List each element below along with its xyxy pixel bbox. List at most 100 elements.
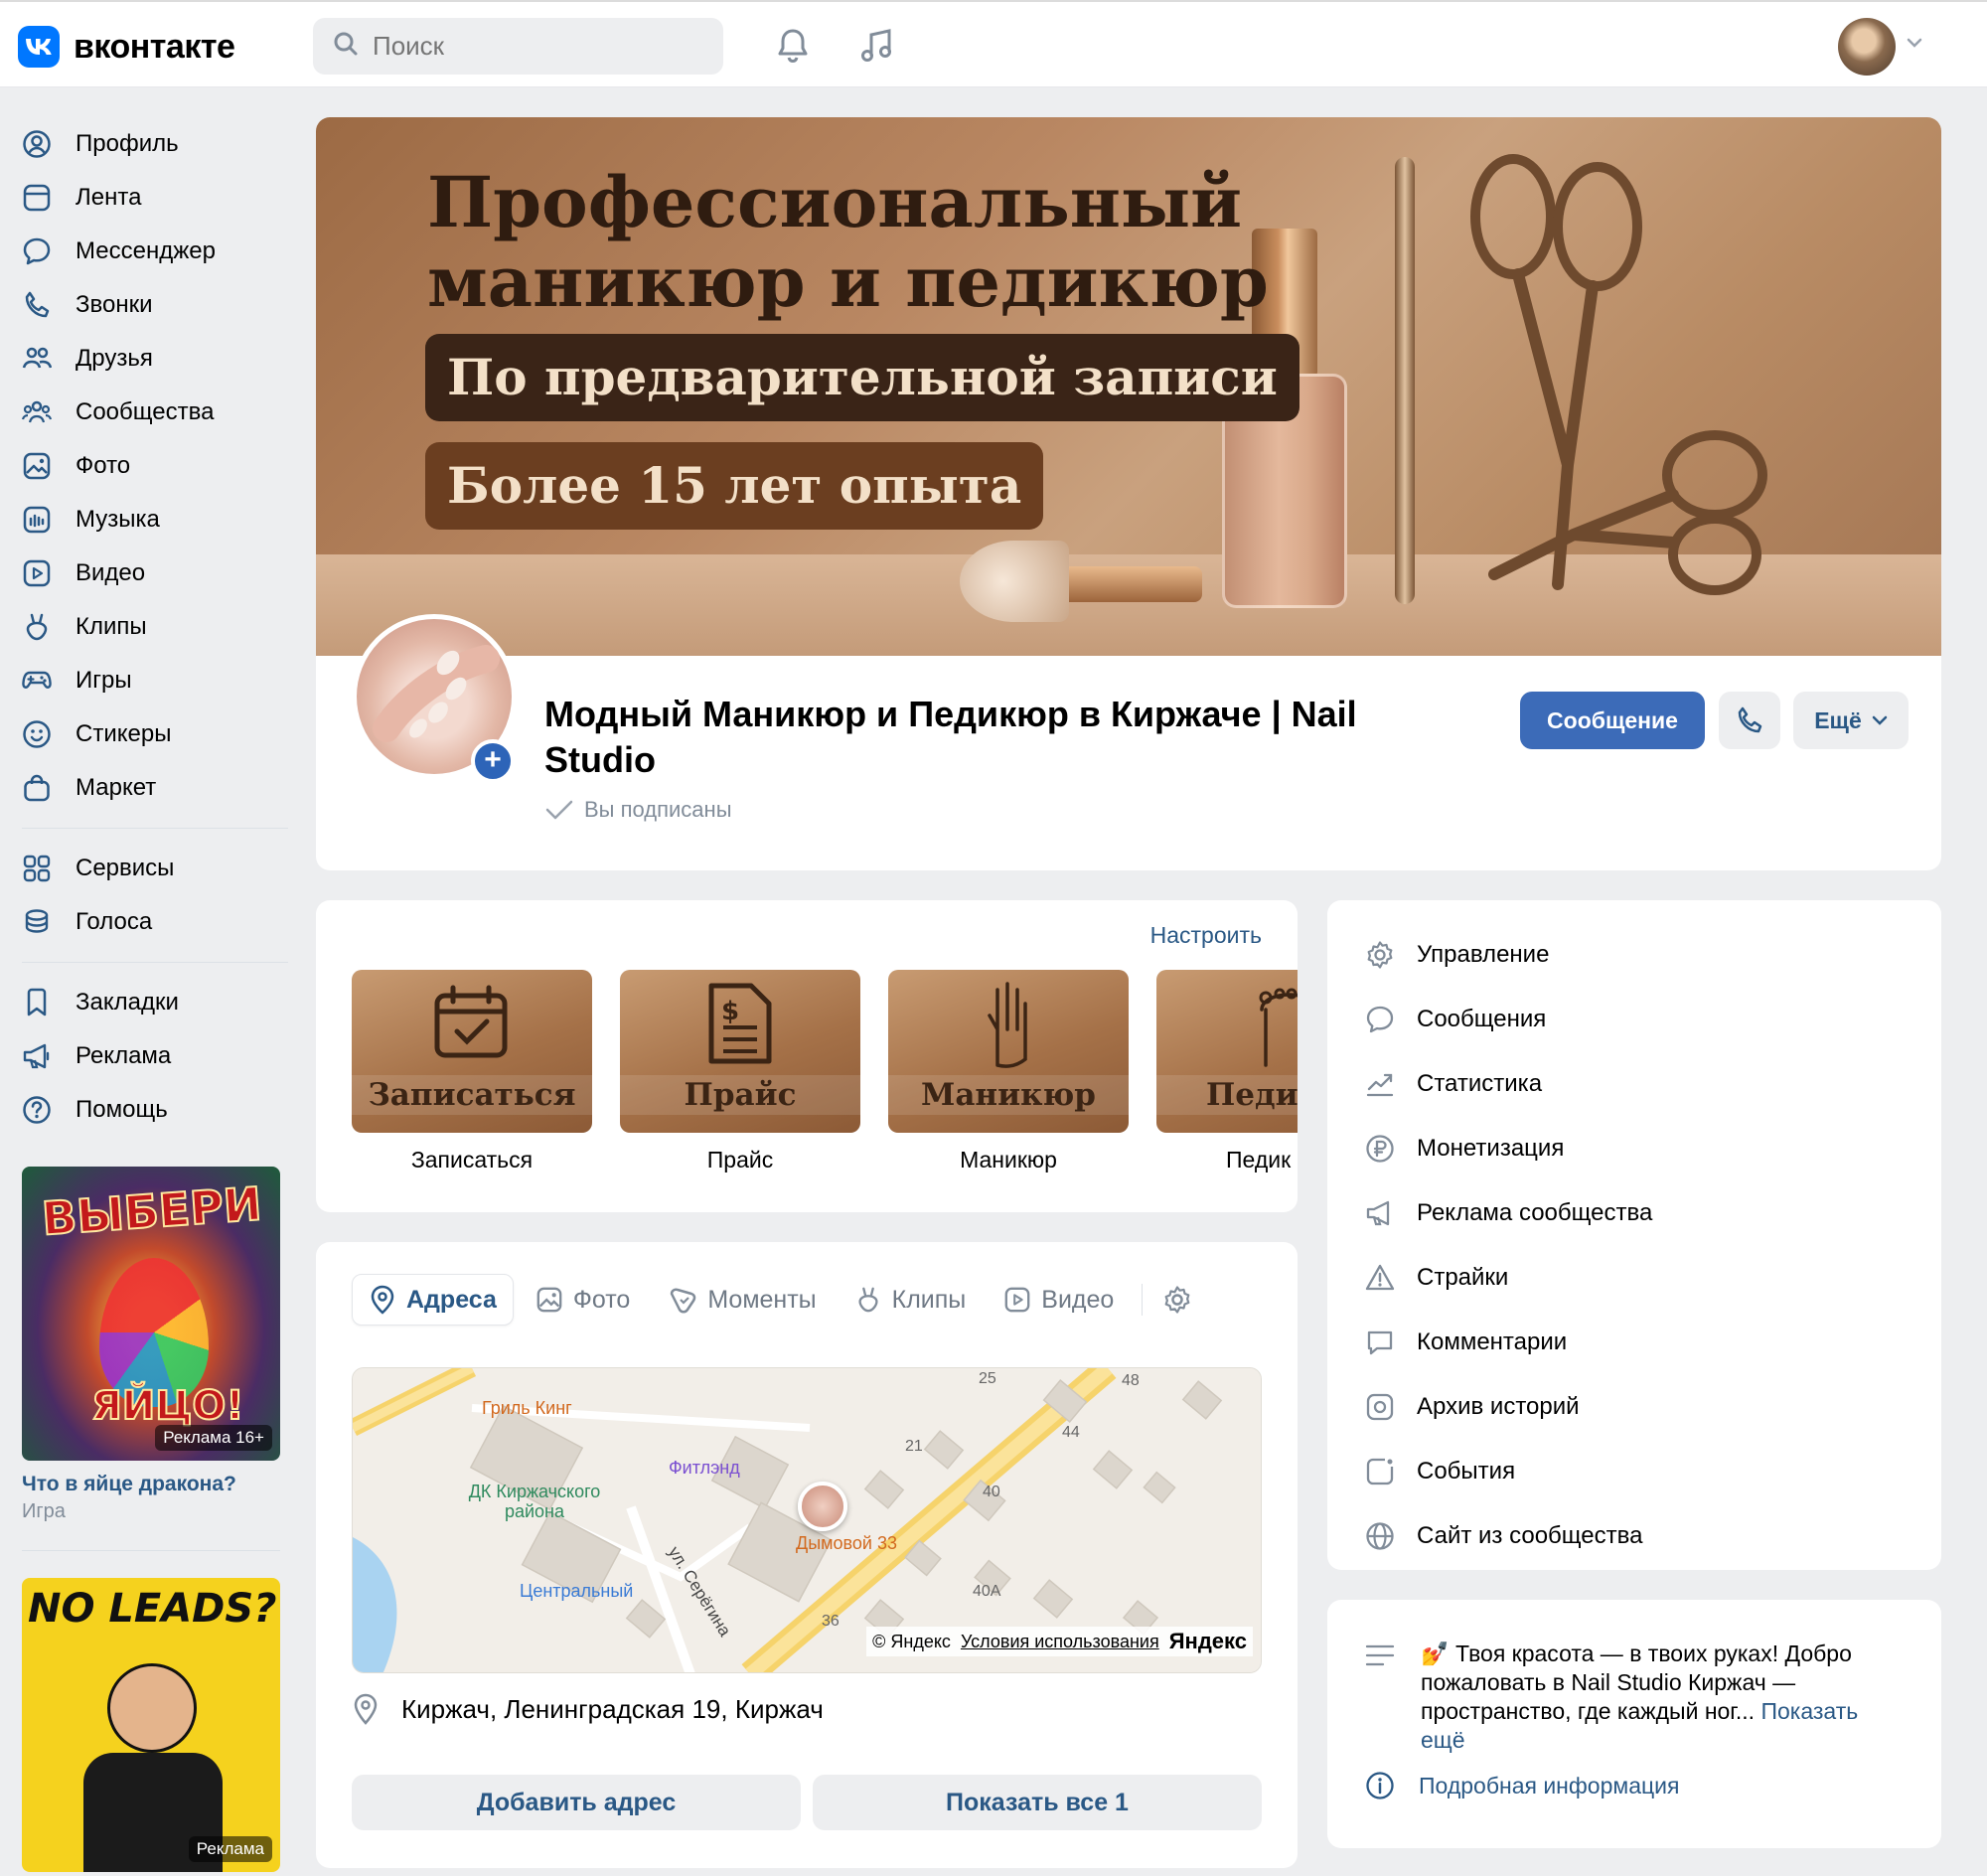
sidebar-item-label: Друзья: [76, 345, 153, 372]
sidebar-item-profile[interactable]: Профиль: [18, 117, 288, 171]
sidebar-item-clips[interactable]: Клипы: [18, 600, 288, 654]
configure-link[interactable]: Настроить: [1150, 922, 1262, 949]
sidebar-item-label: Маркет: [76, 774, 157, 801]
map-place-label: Центральный: [520, 1581, 634, 1601]
add-story-button[interactable]: +: [471, 739, 515, 783]
user-avatar[interactable]: [1838, 18, 1896, 76]
sidebar-item-label: Фото: [76, 452, 131, 479]
sidebar-item-label: Сообщества: [76, 398, 215, 425]
tab-label: Моменты: [707, 1285, 817, 1314]
app-tile-label: Маникюр: [960, 1147, 1057, 1172]
cover-title-line2: маникюр и педикюр: [427, 240, 1269, 323]
map-house-number: 21: [905, 1438, 923, 1455]
group-name: Модный Маникюр и Педикюр в Киржаче | Nai…: [544, 694, 1357, 780]
details-link[interactable]: Подробная информация: [1365, 1771, 1679, 1800]
megaphone-icon: [23, 1043, 50, 1069]
menu-item-monetization[interactable]: Монетизация: [1327, 1116, 1941, 1180]
sidebar-item-label: Игры: [76, 667, 132, 694]
nav-divider: [22, 828, 288, 829]
tabs-settings-button[interactable]: [1154, 1274, 1200, 1326]
tab-addresses[interactable]: Адреса: [352, 1274, 514, 1326]
menu-item-events[interactable]: События: [1327, 1439, 1941, 1503]
menu-item-management[interactable]: Управление: [1327, 922, 1941, 987]
sidebar-item-market[interactable]: Маркет: [18, 761, 288, 815]
sidebar-item-friends[interactable]: Друзья: [18, 332, 288, 386]
sidebar-item-communities[interactable]: Сообщества: [18, 386, 288, 439]
friends-icon: [22, 347, 52, 369]
more-button[interactable]: Ещё: [1793, 692, 1909, 749]
ad-image[interactable]: NO LEADS? Реклама: [22, 1578, 280, 1872]
clips-icon: [26, 613, 48, 641]
add-address-button[interactable]: Добавить адрес: [352, 1775, 801, 1830]
chevron-down-icon[interactable]: [1906, 36, 1923, 54]
menu-item-community-site[interactable]: Сайт из сообщества: [1327, 1503, 1941, 1568]
bell-icon[interactable]: [771, 24, 815, 68]
sidebar-item-feed[interactable]: Лента: [18, 171, 288, 225]
vk-logo[interactable]: вконтакте: [18, 26, 235, 68]
ad-image[interactable]: ВЫБЕРИ ЯЙЦО! Реклама 16+: [22, 1167, 280, 1461]
sidebar-item-calls[interactable]: Звонки: [18, 278, 288, 332]
sidebar-item-games[interactable]: Игры: [18, 654, 288, 707]
sidebar-item-votes[interactable]: Голоса: [18, 895, 288, 949]
sidebar-item-label: Клипы: [76, 613, 147, 640]
tab-label: Фото: [572, 1285, 631, 1314]
ad-block[interactable]: NO LEADS? Реклама: [22, 1578, 280, 1872]
moments-icon: [671, 1288, 696, 1314]
tab-video[interactable]: Видео: [988, 1274, 1130, 1326]
smile-icon: [23, 720, 51, 748]
show-all-addresses-button[interactable]: Показать все 1: [813, 1775, 1262, 1830]
tabs-divider: [1142, 1284, 1144, 1316]
sidebar-item-ads[interactable]: Реклама: [18, 1029, 288, 1083]
sidebar-item-help[interactable]: Помощь: [18, 1083, 288, 1137]
sidebar-item-music[interactable]: Музыка: [18, 493, 288, 547]
tab-moments[interactable]: Моменты: [652, 1274, 832, 1326]
tab-clips[interactable]: Клипы: [839, 1274, 983, 1326]
app-tile-manicure[interactable]: Маникюр Маникюр: [888, 970, 1129, 1173]
map-terms-link[interactable]: Условия использования: [961, 1632, 1159, 1652]
call-button[interactable]: [1719, 692, 1780, 749]
app-tile-booking[interactable]: Записаться Записаться: [352, 970, 592, 1173]
sidebar-item-photo[interactable]: Фото: [18, 439, 288, 493]
map-house-number: 48: [1122, 1372, 1140, 1389]
app-tile-price[interactable]: $ Прайс Прайс: [620, 970, 860, 1173]
sidebar-item-services[interactable]: Сервисы: [18, 842, 288, 895]
ad-title[interactable]: Что в яйце дракона?: [22, 1473, 280, 1496]
vk-logo-icon: [18, 26, 60, 68]
sidebar-item-video[interactable]: Видео: [18, 547, 288, 600]
menu-item-stories-archive[interactable]: Архив историй: [1327, 1374, 1941, 1439]
menu-item-messages[interactable]: Сообщения: [1327, 987, 1941, 1051]
search-input[interactable]: [373, 31, 690, 62]
menu-item-community-ads[interactable]: Реклама сообщества: [1327, 1180, 1941, 1245]
communities-icon: [22, 400, 52, 423]
nail-file: [1395, 157, 1415, 604]
sidebar-item-messenger[interactable]: Мессенджер: [18, 225, 288, 278]
content-tabs: Адреса Фото Моменты Клипы Видео: [352, 1274, 1200, 1326]
sidebar-item-stickers[interactable]: Стикеры: [18, 707, 288, 761]
menu-item-strikes[interactable]: Страйки: [1327, 1245, 1941, 1310]
tab-photo[interactable]: Фото: [520, 1274, 646, 1326]
app-tile-pedicure[interactable]: Педик Педик: [1156, 970, 1298, 1173]
address-text: Киржач, Ленинградская 19, Киржач: [401, 1693, 824, 1724]
ruble-icon: [1366, 1134, 1394, 1163]
location-pin-icon: [354, 1693, 378, 1725]
check-icon: [545, 800, 573, 820]
subscription-status[interactable]: Вы подписаны: [544, 797, 732, 823]
menu-item-comments[interactable]: Комментарии: [1327, 1310, 1941, 1374]
description-text: 💅 Твоя красота — в твоих руках! Добро по…: [1421, 1640, 1908, 1755]
message-button[interactable]: Сообщение: [1520, 692, 1705, 749]
subscription-status-label: Вы подписаны: [584, 797, 732, 822]
video-icon: [1004, 1287, 1030, 1313]
map-place-label: Фитлэнд: [669, 1458, 740, 1478]
menu-item-statistics[interactable]: Статистика: [1327, 1051, 1941, 1116]
search-box[interactable]: [313, 18, 723, 75]
sidebar-item-bookmarks[interactable]: Закладки: [18, 976, 288, 1029]
app-tile-image-label: Прайс: [620, 1075, 860, 1115]
ad-block[interactable]: ВЫБЕРИ ЯЙЦО! Реклама 16+ Что в яйце драк…: [22, 1167, 280, 1523]
map-marker-current[interactable]: [798, 1482, 847, 1531]
details-link-label: Подробная информация: [1419, 1772, 1680, 1798]
map-widget[interactable]: Гриль Кинг Фитлэнд ДК Киржачского района…: [352, 1367, 1262, 1673]
music-icon[interactable]: [854, 24, 898, 68]
menu-item-label: Архив историй: [1417, 1392, 1580, 1420]
event-icon: [1366, 1458, 1394, 1485]
calendar-check-icon: [434, 985, 508, 1058]
